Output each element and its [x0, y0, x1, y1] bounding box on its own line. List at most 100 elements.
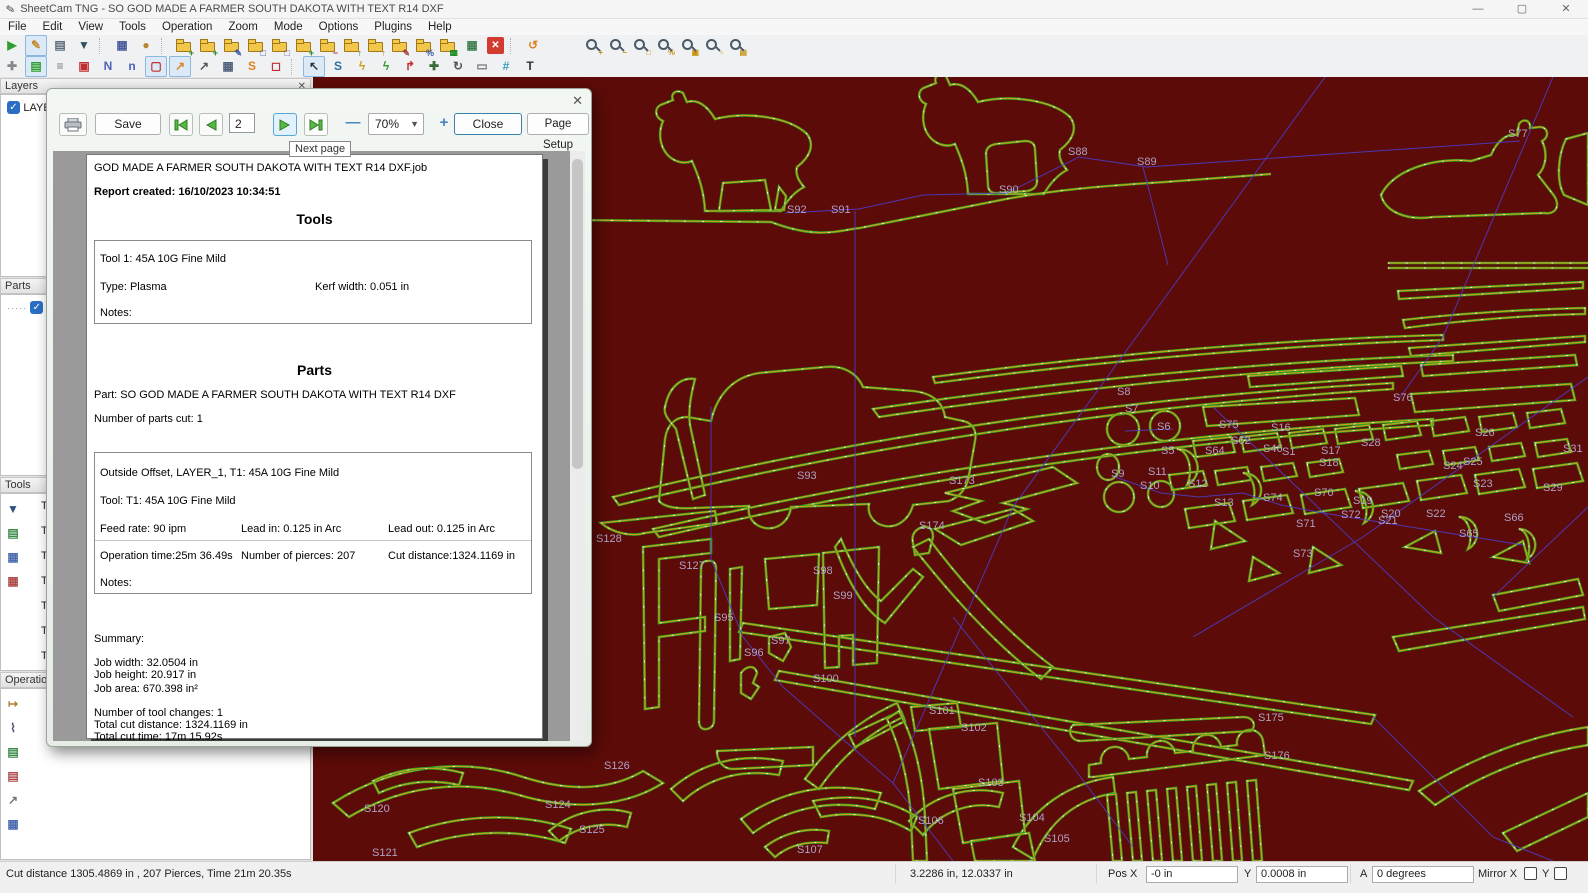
- move-part-icon[interactable]: ✚: [423, 56, 445, 77]
- cut-path[interactable]: [919, 77, 1074, 194]
- op-delete-op-icon[interactable]: ▤: [2, 766, 24, 787]
- cut-path[interactable]: [1559, 133, 1588, 205]
- cut-path[interactable]: [653, 419, 1433, 537]
- cut-path[interactable]: [656, 91, 811, 211]
- new-job-icon[interactable]: ▶: [1, 35, 23, 56]
- show-jet-icon[interactable]: ↗: [169, 56, 191, 77]
- cut-path[interactable]: [1419, 727, 1588, 805]
- cut-path[interactable]: [656, 91, 811, 211]
- rotate-part-icon[interactable]: ↻: [447, 56, 469, 77]
- remove-nest-icon[interactable]: −: [317, 35, 339, 56]
- first-page-button[interactable]: [169, 113, 193, 136]
- page-setup-button[interactable]: Page Setup: [527, 113, 589, 135]
- tool-table-icon[interactable]: ▦: [2, 547, 24, 568]
- close-dialog-button[interactable]: Close: [454, 113, 522, 135]
- cut-path[interactable]: [919, 77, 1074, 194]
- tool-save-icon[interactable]: ▼: [2, 499, 24, 520]
- estimate-icon[interactable]: ▦: [111, 35, 133, 56]
- cut-path[interactable]: [1411, 384, 1575, 412]
- menu-help[interactable]: Help: [420, 21, 460, 33]
- cut-path[interactable]: [699, 561, 716, 729]
- add-nest-icon[interactable]: +: [293, 35, 315, 56]
- job-options-icon[interactable]: ≡: [49, 56, 71, 77]
- edit-part-icon[interactable]: ✎: [221, 35, 243, 56]
- op-move-icon[interactable]: ↗: [2, 790, 24, 811]
- import-part-icon[interactable]: +: [197, 35, 219, 56]
- print-button[interactable]: [59, 113, 87, 136]
- zoom-window-icon[interactable]: □: [630, 35, 652, 56]
- zoom-out-icon[interactable]: −: [606, 35, 628, 56]
- add-part-icon[interactable]: +: [173, 35, 195, 56]
- zoom-sheet-icon[interactable]: ▫: [702, 35, 724, 56]
- page-number-input[interactable]: 2: [229, 113, 255, 133]
- cut-path[interactable]: [719, 180, 771, 211]
- op-table-icon[interactable]: ▦: [2, 814, 24, 835]
- print-job-icon[interactable]: ▤: [49, 35, 71, 56]
- move-start-icon[interactable]: S: [327, 56, 349, 77]
- rubber-band-icon[interactable]: ▭: [471, 56, 493, 77]
- minimize-button[interactable]: —: [1456, 0, 1500, 18]
- cut-path[interactable]: [1381, 121, 1557, 218]
- next-page-button[interactable]: [273, 113, 297, 136]
- menu-mode[interactable]: Mode: [266, 21, 311, 33]
- edit-contour-icon[interactable]: ↱: [399, 56, 421, 77]
- cut-path[interactable]: [935, 509, 1033, 545]
- layer-checkbox[interactable]: ✓: [7, 101, 20, 114]
- show-xy-icon[interactable]: ✚: [1, 56, 23, 77]
- edit-job-icon[interactable]: ✎: [25, 35, 47, 56]
- show-cut-paths-icon[interactable]: ▢: [145, 56, 167, 77]
- select-tool-icon[interactable]: ↖: [303, 56, 325, 77]
- zoom-out-button[interactable]: —: [343, 113, 363, 133]
- operator-icon[interactable]: ●: [135, 35, 157, 56]
- cut-path[interactable]: [765, 554, 819, 609]
- delete-part-icon[interactable]: ✕: [487, 37, 504, 54]
- op-jet-out-icon[interactable]: ↦: [2, 694, 24, 715]
- show-machine-icon[interactable]: ▦: [217, 56, 239, 77]
- cut-path[interactable]: [775, 671, 1413, 790]
- close-button[interactable]: ✕: [1544, 0, 1588, 18]
- quick-cut-add-icon[interactable]: ϟ: [375, 56, 397, 77]
- previous-page-button[interactable]: [199, 113, 223, 136]
- scrollbar-thumb[interactable]: [572, 159, 583, 469]
- preview-scrollbar[interactable]: [570, 151, 585, 741]
- cut-path[interactable]: [575, 174, 1271, 233]
- cut-path[interactable]: [653, 419, 1433, 537]
- zoom-extents-icon[interactable]: ▣: [678, 35, 700, 56]
- cut-path[interactable]: [1211, 521, 1245, 549]
- tool-copy-icon[interactable]: ▤: [2, 523, 24, 544]
- menu-edit[interactable]: Edit: [35, 21, 71, 33]
- cut-path[interactable]: [1381, 121, 1557, 218]
- op-jet-icon[interactable]: ⌇: [2, 718, 24, 739]
- zoom-parts-icon[interactable]: %: [654, 35, 676, 56]
- maximize-button[interactable]: ▢: [1500, 0, 1544, 18]
- cut-path[interactable]: [1381, 121, 1557, 218]
- cut-path[interactable]: [1419, 727, 1588, 805]
- cut-path[interactable]: [1147, 790, 1162, 861]
- show-open-paths-icon[interactable]: N: [97, 56, 119, 77]
- part-checkbox[interactable]: ✓: [30, 301, 43, 314]
- tool-table-edit-icon[interactable]: ▦: [2, 571, 24, 592]
- cut-path[interactable]: [765, 554, 819, 609]
- snap-icon[interactable]: #: [495, 56, 517, 77]
- dialog-close-icon[interactable]: ✕: [572, 93, 583, 109]
- cut-path[interactable]: [719, 180, 771, 211]
- cut-path[interactable]: [1167, 788, 1182, 861]
- save-button[interactable]: Save: [95, 113, 161, 135]
- cut-path[interactable]: [971, 833, 1035, 861]
- cut-path[interactable]: [775, 671, 1413, 790]
- undo-icon[interactable]: ↺: [522, 35, 544, 56]
- pos-y-field[interactable]: 0.0008 in: [1256, 866, 1348, 883]
- menu-file[interactable]: File: [0, 21, 35, 33]
- paste-part-icon[interactable]: □: [269, 35, 291, 56]
- menu-view[interactable]: View: [70, 21, 111, 33]
- cut-path[interactable]: [775, 671, 1413, 790]
- cut-path[interactable]: [1207, 784, 1222, 861]
- menu-operation[interactable]: Operation: [154, 21, 221, 33]
- array-part-icon[interactable]: ▦: [461, 35, 483, 56]
- cut-path[interactable]: [1227, 782, 1242, 861]
- cut-path[interactable]: [741, 788, 881, 833]
- menu-zoom[interactable]: Zoom: [220, 21, 265, 33]
- menu-tools[interactable]: Tools: [111, 21, 154, 33]
- cut-path[interactable]: [1393, 607, 1585, 651]
- show-start-points-icon[interactable]: S: [241, 56, 263, 77]
